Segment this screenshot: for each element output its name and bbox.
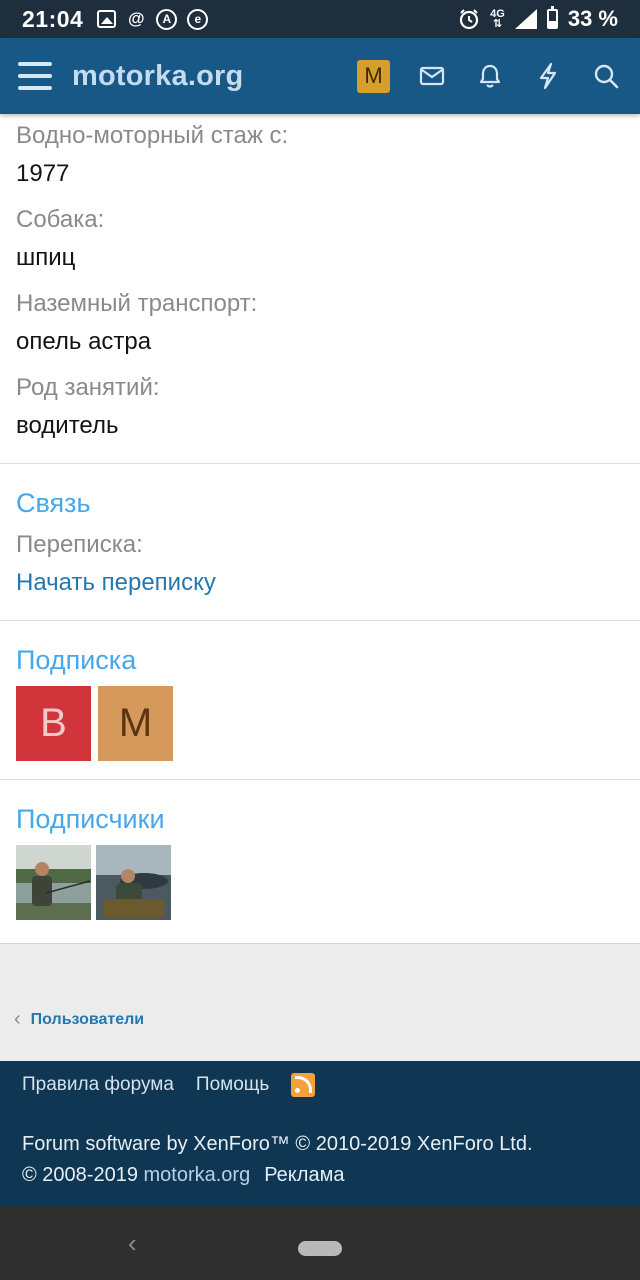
avatar[interactable]: B [16, 686, 91, 761]
forum-rules-link[interactable]: Правила форума [22, 1074, 174, 1096]
field-occupation: Род занятий: водитель [0, 374, 640, 463]
site-logo[interactable]: motorka.org [72, 60, 243, 93]
field-ground-transport: Наземный транспорт: опель астра [0, 290, 640, 356]
status-time: 21:04 [22, 5, 84, 32]
field-value: 1977 [16, 160, 70, 187]
status-bar: 21:04 @ A e 4G ⇅ 33 % [0, 0, 640, 38]
menu-icon[interactable] [18, 62, 52, 90]
system-nav-bar: ‹ [0, 1206, 640, 1280]
avatar[interactable] [16, 845, 91, 920]
following-avatars: B M [16, 686, 624, 761]
profile-about: Водно-моторный стаж с: 1977 Собака: шпиц… [0, 114, 640, 939]
image-icon [97, 10, 117, 28]
following-section: Подписка B M [0, 620, 640, 779]
field-value: водитель [16, 412, 119, 439]
field-dog: Собака: шпиц [0, 206, 640, 272]
lightning-icon[interactable] [532, 60, 564, 92]
avatar[interactable] [96, 845, 171, 920]
field-label: Наземный транспорт: [16, 290, 258, 317]
network-type: 4G ⇅ [490, 8, 505, 30]
contact-section: Связь Переписка: Начать переписку [0, 463, 640, 620]
battery-percent: 33 % [567, 6, 618, 31]
footer: Правила форума Помощь Forum software by … [0, 1061, 640, 1206]
breadcrumb[interactable]: ‹ Пользователи [14, 1008, 144, 1031]
mail-icon[interactable] [416, 60, 448, 92]
at-icon: @ [128, 9, 145, 28]
field-value: опель астра [16, 328, 152, 355]
field-boating-experience: Водно-моторный стаж с: 1977 [0, 114, 640, 188]
copyright-years: © 2008-2019 [22, 1164, 138, 1186]
section-title: Связь [16, 488, 91, 518]
user-avatar[interactable]: M [357, 59, 390, 93]
section-title: Подписка [16, 645, 137, 675]
help-link[interactable]: Помощь [196, 1074, 269, 1096]
start-conversation-link[interactable]: Начать переписку [16, 569, 624, 597]
back-icon[interactable]: ‹ [128, 1228, 137, 1259]
chevron-left-icon: ‹ [14, 1008, 21, 1030]
signal-icon [514, 9, 537, 29]
avatar[interactable]: M [98, 686, 173, 761]
conversation-label: Переписка: [16, 531, 143, 558]
alarm-icon [460, 9, 479, 30]
battery-icon [546, 6, 558, 29]
section-title: Подписчики [16, 804, 165, 834]
field-label: Собака: [16, 206, 105, 233]
home-pill[interactable] [298, 1241, 342, 1256]
followers-section: Подписчики [0, 779, 640, 939]
site-copyright: © 2008-2019 motorka.org Реклама [22, 1164, 344, 1187]
translate-icon: A [156, 8, 178, 30]
field-label: Водно-моторный стаж с: [16, 122, 289, 149]
site-link[interactable]: motorka.org [144, 1164, 251, 1186]
search-icon[interactable] [590, 60, 622, 92]
breadcrumb-area: ‹ Пользователи [0, 943, 640, 1061]
ads-link[interactable]: Реклама [264, 1164, 344, 1187]
browser-e-icon: e [187, 8, 209, 30]
bell-icon[interactable] [474, 60, 506, 92]
app-header: motorka.org M [0, 38, 640, 114]
field-value: шпиц [16, 244, 76, 271]
follower-avatars [16, 845, 624, 920]
xenforo-copyright[interactable]: Forum software by XenForo™ © 2010-2019 X… [22, 1133, 533, 1156]
field-label: Род занятий: [16, 374, 160, 401]
rss-icon[interactable] [291, 1073, 316, 1097]
breadcrumb-users-link[interactable]: Пользователи [31, 1011, 144, 1029]
